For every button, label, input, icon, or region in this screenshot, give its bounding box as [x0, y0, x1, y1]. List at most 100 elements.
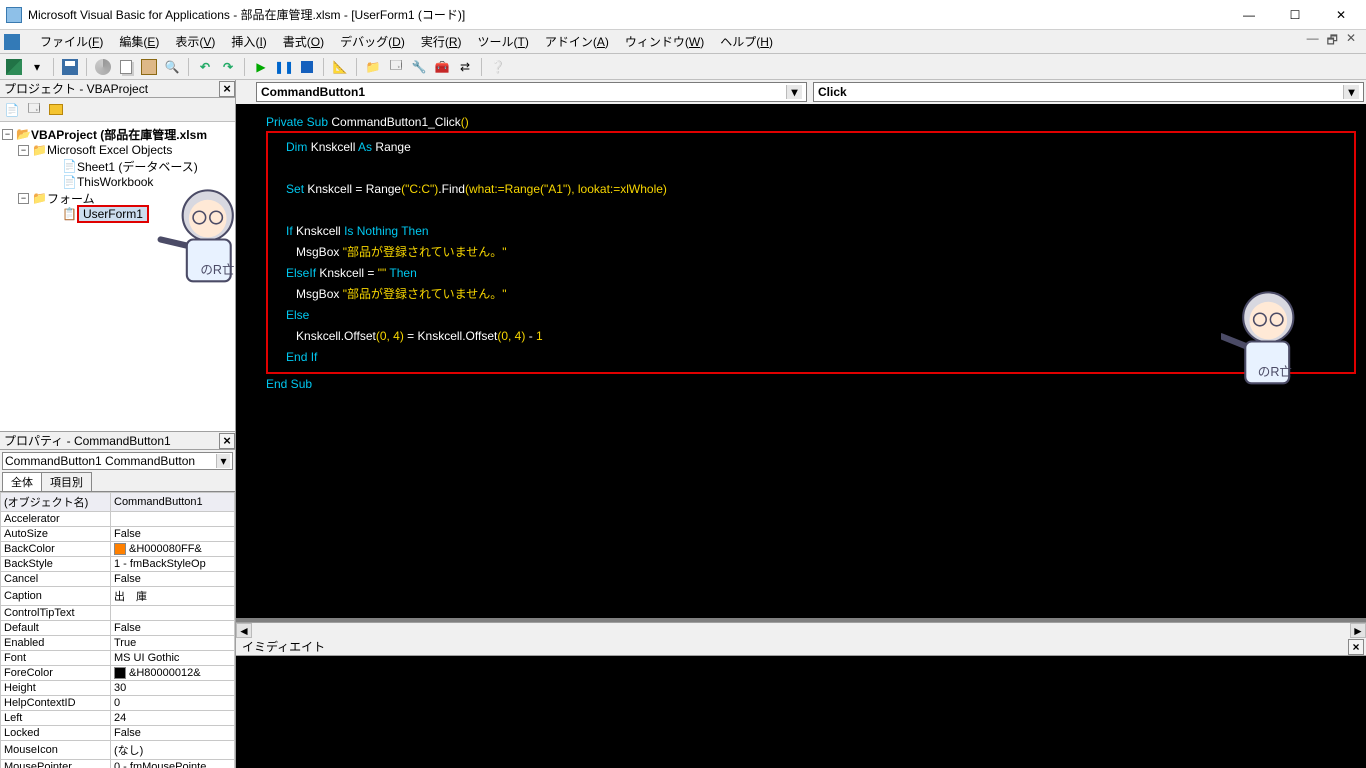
code-horizontal-scrollbar[interactable]: ◄ ► — [236, 622, 1366, 638]
cut-button[interactable] — [93, 57, 113, 77]
property-value[interactable] — [111, 512, 235, 527]
procedure-dropdown[interactable]: Click▾ — [813, 82, 1364, 102]
property-row[interactable]: BackColor&H000080FF& — [1, 542, 235, 557]
property-value[interactable]: 0 — [111, 696, 235, 711]
code-editor[interactable]: Private Sub CommandButton1_Click() Dim K… — [236, 104, 1366, 618]
menu-run[interactable]: 実行(R) — [413, 30, 470, 53]
property-row[interactable]: CancelFalse — [1, 572, 235, 587]
reset-button[interactable] — [297, 57, 317, 77]
excel-objects-expander[interactable]: − — [18, 145, 29, 156]
break-button[interactable]: ❚❚ — [274, 57, 294, 77]
immediate-body[interactable] — [236, 656, 1366, 768]
undo-button[interactable]: ↶ — [195, 57, 215, 77]
folder-excel-objects[interactable]: Microsoft Excel Objects — [47, 143, 172, 157]
property-value[interactable]: 0 - fmMousePointe — [111, 760, 235, 768]
menu-edit[interactable]: 編集(E) — [111, 30, 167, 53]
mdi-minimize[interactable]: — — [1307, 31, 1319, 52]
help-button[interactable]: ❔ — [488, 57, 508, 77]
property-row[interactable]: ForeColor&H80000012& — [1, 666, 235, 681]
property-value[interactable]: &H000080FF& — [111, 542, 235, 557]
copy-button[interactable] — [116, 57, 136, 77]
object-browser-button[interactable]: 🔧 — [409, 57, 429, 77]
view-code-button[interactable]: 📄 — [2, 100, 22, 120]
property-row[interactable]: Accelerator — [1, 512, 235, 527]
menu-debug[interactable]: デバッグ(D) — [332, 30, 413, 53]
system-menu-icon[interactable] — [4, 34, 20, 50]
property-row[interactable]: LockedFalse — [1, 726, 235, 741]
property-value[interactable]: MS UI Gothic — [111, 651, 235, 666]
property-value[interactable]: 出 庫 — [111, 587, 235, 606]
property-value[interactable]: False — [111, 726, 235, 741]
property-value[interactable]: (なし) — [111, 741, 235, 760]
toggle-folders-button[interactable] — [46, 100, 66, 120]
properties-grid[interactable]: (オブジェクト名)CommandButton1AcceleratorAutoSi… — [0, 492, 235, 768]
scroll-left-icon[interactable]: ◄ — [236, 623, 252, 638]
view-excel-button[interactable] — [4, 57, 24, 77]
property-value[interactable]: CommandButton1 — [111, 493, 235, 512]
property-value[interactable]: True — [111, 636, 235, 651]
property-value[interactable] — [111, 606, 235, 621]
save-button[interactable] — [60, 57, 80, 77]
property-row[interactable]: Left24 — [1, 711, 235, 726]
scroll-right-icon[interactable]: ► — [1350, 623, 1366, 638]
mdi-restore[interactable]: 🗗 — [1327, 31, 1338, 52]
property-row[interactable]: DefaultFalse — [1, 621, 235, 636]
property-value[interactable]: False — [111, 572, 235, 587]
property-row[interactable]: MouseIcon(なし) — [1, 741, 235, 760]
toolbox-button[interactable]: 🧰 — [432, 57, 452, 77]
project-tree[interactable]: −📂 VBAProject (部品在庫管理.xlsm −📁 Microsoft … — [0, 122, 235, 432]
property-row[interactable]: FontMS UI Gothic — [1, 651, 235, 666]
property-row[interactable]: MousePointer0 - fmMousePointe — [1, 760, 235, 768]
properties-object-selector[interactable]: CommandButton1 CommandButton▾ — [2, 452, 233, 470]
project-pane-close[interactable]: × — [219, 81, 235, 97]
property-row[interactable]: EnabledTrue — [1, 636, 235, 651]
property-value[interactable]: False — [111, 527, 235, 542]
tab-alphabetic[interactable]: 全体 — [2, 472, 42, 491]
menu-view[interactable]: 表示(V) — [167, 30, 223, 53]
close-button[interactable]: ✕ — [1318, 0, 1364, 30]
paste-button[interactable] — [139, 57, 159, 77]
tree-userform1[interactable]: UserForm1 — [77, 205, 149, 223]
insert-menu-button[interactable]: ▾ — [27, 57, 47, 77]
property-row[interactable]: ControlTipText — [1, 606, 235, 621]
menu-addin[interactable]: アドイン(A) — [537, 30, 617, 53]
minimize-button[interactable]: — — [1226, 0, 1272, 30]
menu-file[interactable]: ファイル(F) — [32, 30, 111, 53]
property-value[interactable]: False — [111, 621, 235, 636]
menu-tools[interactable]: ツール(T) — [470, 30, 537, 53]
view-object-button[interactable]: 🗔 — [24, 100, 44, 120]
project-expander[interactable]: − — [2, 129, 13, 140]
property-value[interactable]: 30 — [111, 681, 235, 696]
tab-categorized[interactable]: 項目別 — [41, 472, 92, 491]
menu-help[interactable]: ヘルプ(H) — [712, 30, 781, 53]
property-value[interactable]: 24 — [111, 711, 235, 726]
property-value[interactable]: 1 - fmBackStyleOp — [111, 557, 235, 572]
design-mode-button[interactable]: 📐 — [330, 57, 350, 77]
tree-sheet1[interactable]: Sheet1 (データベース) — [77, 158, 198, 175]
property-row[interactable]: HelpContextID0 — [1, 696, 235, 711]
redo-button[interactable]: ↷ — [218, 57, 238, 77]
property-row[interactable]: Height30 — [1, 681, 235, 696]
menu-window[interactable]: ウィンドウ(W) — [617, 30, 712, 53]
maximize-button[interactable]: ☐ — [1272, 0, 1318, 30]
project-explorer-button[interactable]: 📁 — [363, 57, 383, 77]
property-row[interactable]: Caption出 庫 — [1, 587, 235, 606]
immediate-close[interactable]: × — [1348, 639, 1364, 655]
menu-format[interactable]: 書式(O) — [275, 30, 332, 53]
forms-expander[interactable]: − — [18, 193, 29, 204]
property-row[interactable]: AutoSizeFalse — [1, 527, 235, 542]
properties-button[interactable]: 🗔 — [386, 57, 406, 77]
property-row[interactable]: BackStyle1 - fmBackStyleOp — [1, 557, 235, 572]
property-value[interactable]: &H80000012& — [111, 666, 235, 681]
properties-pane-close[interactable]: × — [219, 433, 235, 449]
find-button[interactable]: 🔍 — [162, 57, 182, 77]
tab-order-button[interactable]: ⇄ — [455, 57, 475, 77]
mdi-close[interactable]: ✕ — [1346, 31, 1356, 52]
run-button[interactable]: ▶ — [251, 57, 271, 77]
object-dropdown[interactable]: CommandButton1▾ — [256, 82, 807, 102]
tree-thisworkbook[interactable]: ThisWorkbook — [77, 175, 153, 189]
folder-forms[interactable]: フォーム — [47, 190, 95, 207]
property-row[interactable]: (オブジェクト名)CommandButton1 — [1, 493, 235, 512]
project-root[interactable]: VBAProject (部品在庫管理.xlsm — [31, 126, 207, 143]
menu-insert[interactable]: 挿入(I) — [223, 30, 274, 53]
